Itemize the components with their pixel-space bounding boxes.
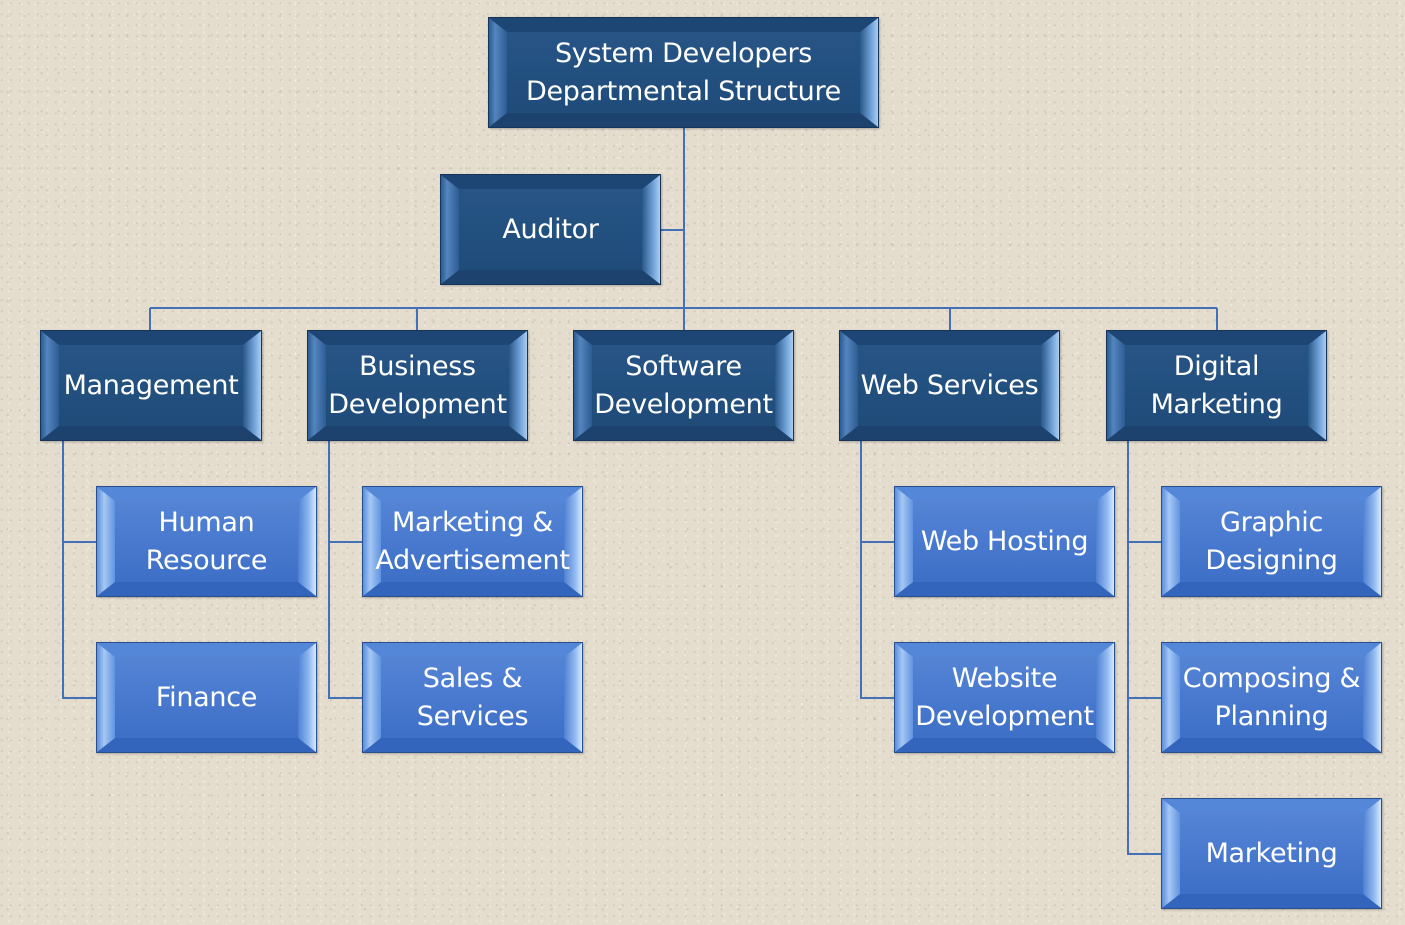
node-marketing[interactable]: Marketing [1161,798,1382,909]
node-label: Software Development [594,350,773,420]
connector-business-development-children [328,441,362,699]
connector-digital-marketing-children [1127,441,1161,855]
node-label: Digital Marketing [1150,350,1283,420]
node-label: Graphic Designing [1205,506,1338,576]
node-label: Web Services [860,369,1039,401]
connector-lines [62,128,1218,855]
root-node-system-developers[interactable]: System Developers Departmental Structure [488,17,879,128]
node-label: Marketing [1205,837,1338,869]
node-label: Marketing & Advertisement [375,506,570,576]
node-label: Management [63,369,239,401]
node-web-hosting[interactable]: Web Hosting [894,486,1115,597]
node-business-development[interactable]: Business Development [307,330,528,441]
node-label: Business Development [328,350,507,420]
node-digital-marketing[interactable]: Digital Marketing [1106,330,1327,441]
node-auditor[interactable]: Auditor [440,174,661,285]
node-graphic-designing[interactable]: Graphic Designing [1161,486,1382,597]
node-composing-planning[interactable]: Composing & Planning [1161,642,1382,753]
node-label: Sales & Services [416,662,529,732]
connector-web-services-children [860,441,894,699]
node-human-resource[interactable]: Human Resource [96,486,317,597]
node-label: Human Resource [145,506,268,576]
node-label: System Developers Departmental Structure [525,37,841,107]
connector-management-children [62,441,96,699]
org-chart: System Developers Departmental Structure… [0,0,1405,925]
node-website-development[interactable]: Website Development [894,642,1115,753]
node-label: Website Development [915,662,1094,732]
node-sales-services[interactable]: Sales & Services [362,642,583,753]
node-label: Finance [155,681,258,713]
node-label: Web Hosting [920,525,1089,557]
node-finance[interactable]: Finance [96,642,317,753]
node-label: Auditor [502,213,599,245]
node-management[interactable]: Management [40,330,262,441]
node-software-development[interactable]: Software Development [573,330,794,441]
node-marketing-advertisement[interactable]: Marketing & Advertisement [362,486,583,597]
node-label: Composing & Planning [1182,662,1361,732]
node-web-services[interactable]: Web Services [839,330,1060,441]
